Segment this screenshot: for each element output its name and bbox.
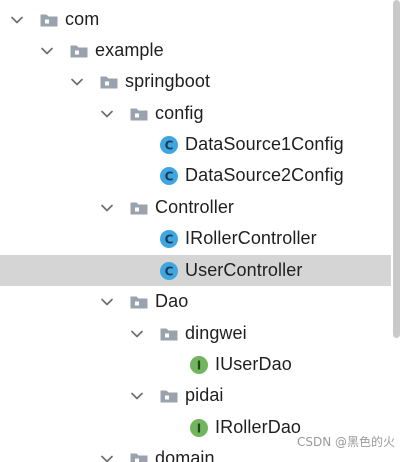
tree-node-label: pidai (185, 385, 224, 405)
tree-node-label: dingwei (185, 323, 247, 343)
tree-node-label: IRollerController (185, 228, 317, 248)
folder-icon (39, 10, 59, 30)
folder-icon (129, 104, 149, 124)
interface-icon: I (189, 418, 209, 438)
tree-node-usercontroller[interactable]: C UserController (0, 255, 391, 286)
folder-icon (129, 198, 149, 218)
tree-node-pidai[interactable]: pidai (0, 380, 391, 411)
tree-node-label: com (65, 9, 100, 29)
chevron-down-icon[interactable] (129, 326, 145, 342)
chevron-down-icon[interactable] (99, 294, 115, 310)
folder-icon (99, 72, 119, 92)
watermark: CSDN @黑色的火 (296, 435, 395, 449)
tree-node-config[interactable]: config (0, 98, 391, 129)
tree-node-iuserdao[interactable]: I IUserDao (0, 349, 391, 380)
tree-node-datasource2config[interactable]: C DataSource2Config (0, 160, 391, 191)
tree-node-label: UserController (185, 260, 303, 280)
tree-node-springboot[interactable]: springboot (0, 66, 391, 97)
tree-node-label: DataSource1Config (185, 134, 344, 154)
tree-node-example[interactable]: example (0, 35, 391, 66)
chevron-down-icon[interactable] (99, 200, 115, 216)
tree-node-com[interactable]: com (0, 4, 391, 35)
chevron-down-icon[interactable] (129, 388, 145, 404)
interface-icon-letter: I (197, 358, 201, 372)
class-icon: C (159, 261, 179, 281)
class-icon: C (159, 166, 179, 186)
tree-node-dao[interactable]: Dao (0, 286, 391, 317)
tree-node-label: springboot (125, 71, 211, 91)
tree-node-label: example (95, 40, 164, 60)
tree-node-label: IRollerDao (215, 417, 302, 437)
chevron-down-icon[interactable] (99, 451, 115, 462)
tree-node-label: Controller (155, 197, 235, 217)
tree-node-label: domain (155, 448, 215, 462)
chevron-down-icon[interactable] (99, 106, 115, 122)
tree-node-controller[interactable]: Controller (0, 192, 391, 223)
class-icon-letter: C (165, 169, 174, 183)
folder-icon (129, 292, 149, 312)
class-icon-letter: C (165, 232, 174, 246)
tree-node-dingwei[interactable]: dingwei (0, 318, 391, 349)
interface-icon: I (189, 355, 209, 375)
tree-node-label: Dao (155, 291, 189, 311)
tree-node-datasource1config[interactable]: C DataSource1Config (0, 129, 391, 160)
folder-icon (69, 41, 89, 61)
tree-node-label: config (155, 103, 204, 123)
tree-node-irollercontroller[interactable]: C IRollerController (0, 223, 391, 254)
class-icon: C (159, 229, 179, 249)
folder-icon (159, 324, 179, 344)
vertical-scrollbar[interactable] (391, 0, 409, 462)
tree-node-label: IUserDao (215, 354, 292, 374)
chevron-down-icon[interactable] (9, 12, 25, 28)
interface-icon-letter: I (197, 421, 201, 435)
class-icon-letter: C (165, 264, 174, 278)
project-tree: com example springboot config C DataSour… (0, 0, 391, 462)
class-icon-letter: C (165, 138, 174, 152)
chevron-down-icon[interactable] (69, 74, 85, 90)
class-icon: C (159, 135, 179, 155)
folder-icon (129, 449, 149, 462)
folder-icon (159, 386, 179, 406)
tree-node-label: DataSource2Config (185, 165, 344, 185)
chevron-down-icon[interactable] (39, 43, 55, 59)
scrollbar-thumb[interactable] (393, 0, 400, 338)
